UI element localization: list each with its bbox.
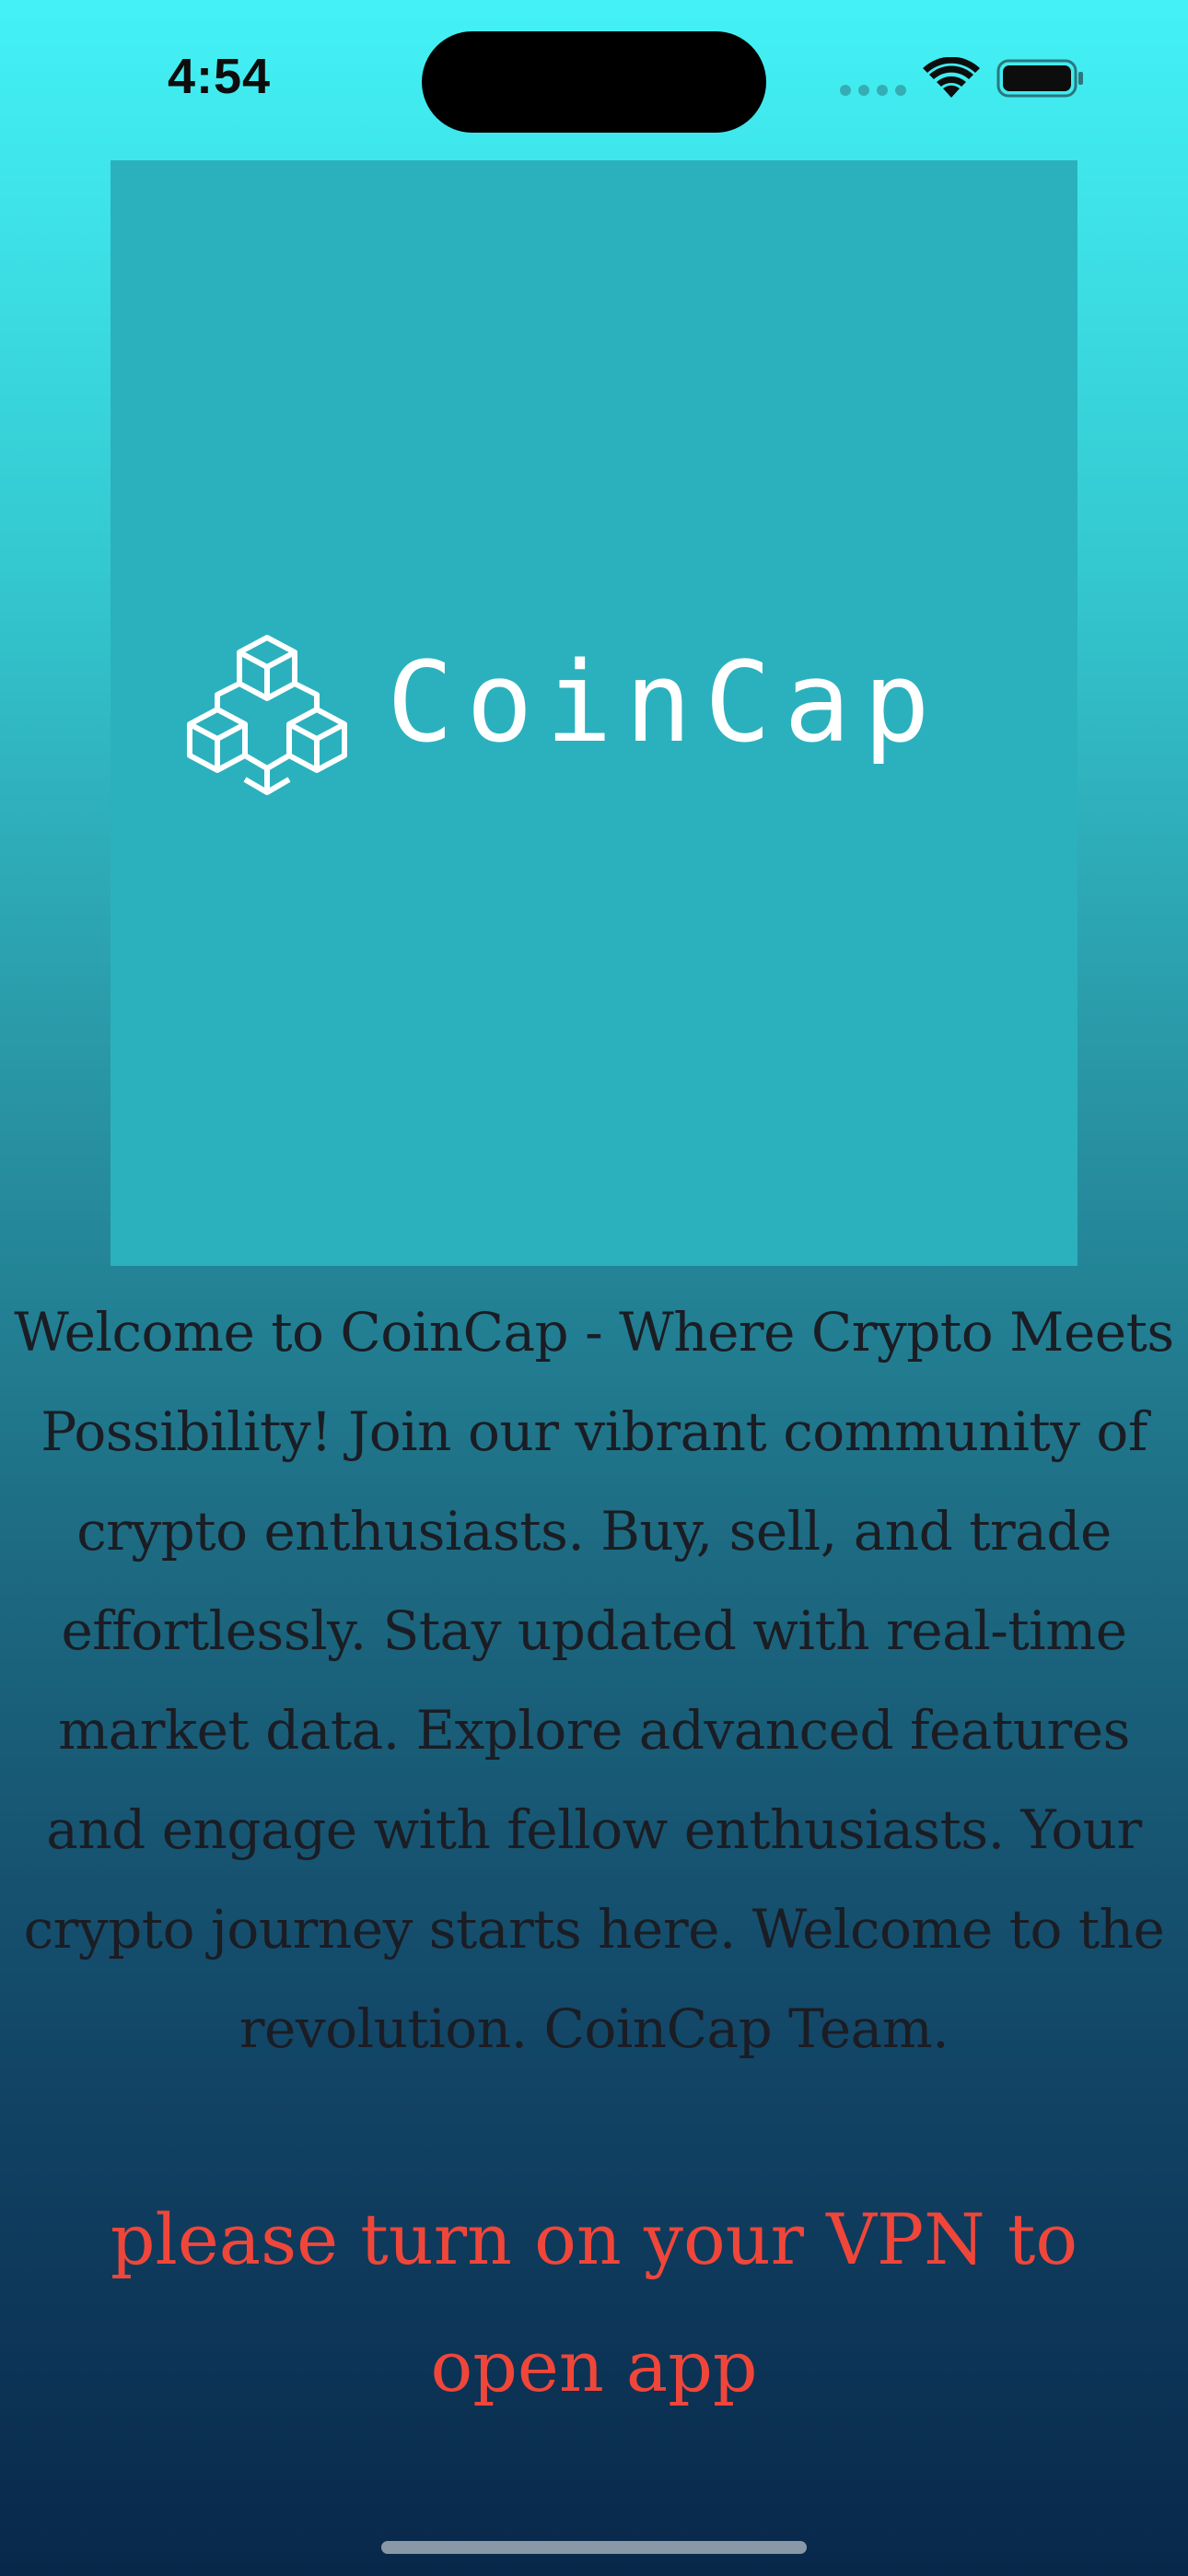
dynamic-island — [422, 31, 766, 133]
status-bar: 4:54 — [0, 0, 1188, 157]
cubes-logo-icon — [187, 635, 347, 795]
logo-text: CoinCap — [387, 639, 943, 767]
wifi-icon — [923, 57, 980, 98]
logo-panel: CoinCap — [111, 160, 1077, 1266]
signal-icon — [840, 85, 906, 98]
status-icons — [840, 55, 1089, 101]
vpn-warning: please turn on your VPN to open app — [110, 2198, 1078, 2407]
welcome-message: Welcome to CoinCap - Where Crypto Meets … — [14, 1301, 1174, 2060]
home-indicator[interactable] — [381, 2541, 807, 2554]
status-time: 4:54 — [168, 49, 272, 104]
battery-icon — [996, 59, 1083, 98]
